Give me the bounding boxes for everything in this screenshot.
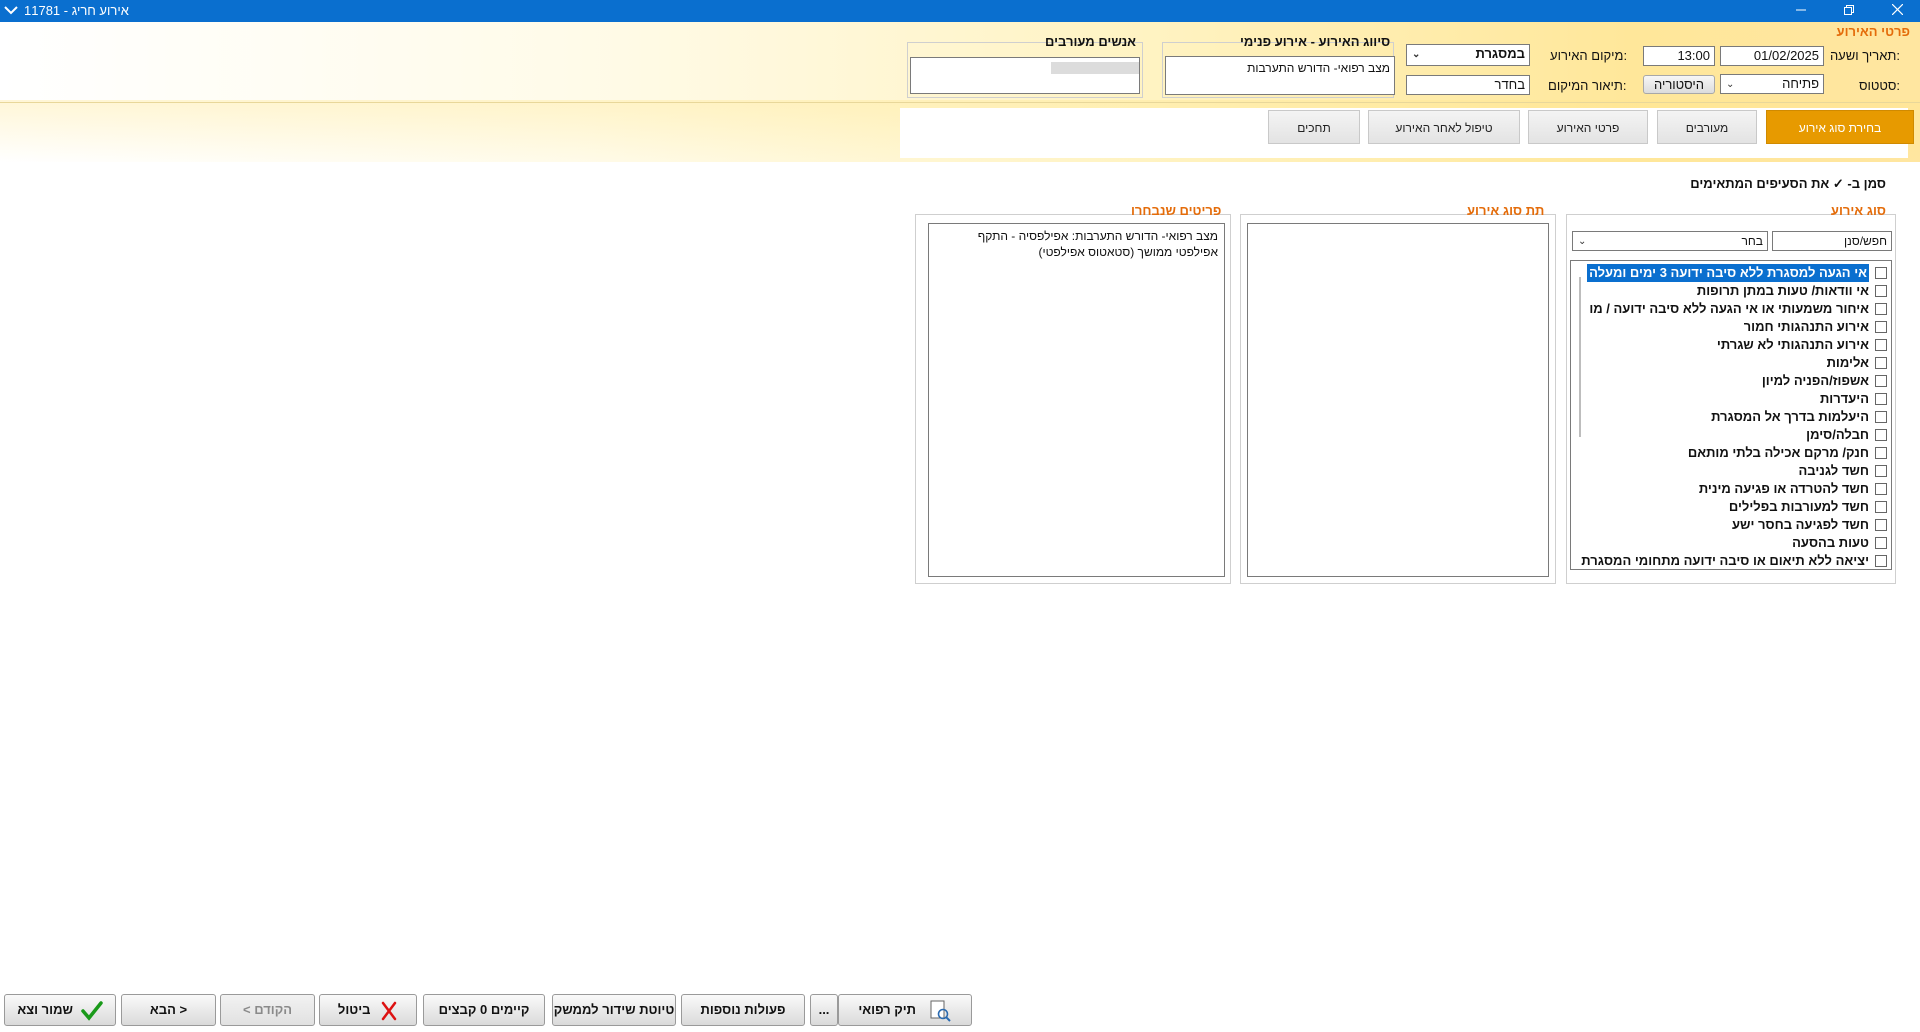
- event-type-item[interactable]: אלימות: [1827, 354, 1869, 372]
- window-title: אירוע חריג - 11781: [24, 3, 129, 18]
- location-label: מיקום האירוע:: [1550, 48, 1628, 63]
- event-type-checkbox[interactable]: [1875, 303, 1887, 315]
- prev-button[interactable]: < הקודם: [220, 994, 315, 1026]
- event-type-item[interactable]: אירוע התנהגותי חמור: [1744, 318, 1869, 336]
- event-type-item[interactable]: היעלמות בדרך אל המסגרת: [1711, 408, 1869, 426]
- event-type-checkbox[interactable]: [1875, 537, 1887, 549]
- event-type-checkbox[interactable]: [1875, 483, 1887, 495]
- medical-file-label: תיק רפואי: [858, 1002, 917, 1017]
- event-type-item[interactable]: יציאה ללא תיאום או סיבה ידועה מתחומי המס…: [1581, 552, 1869, 569]
- chevron-down-icon: ⌄: [1726, 79, 1735, 90]
- status-label: סטטוס:: [1858, 78, 1900, 93]
- location-value: במסגרת: [1475, 46, 1526, 61]
- location-desc-field[interactable]: בחדר: [1406, 75, 1530, 95]
- event-type-items: אי הגעה למסגרת ללא סיבה ידועה 3 ימים ומע…: [1571, 261, 1891, 569]
- selected-text[interactable]: מצב רפואי- הדורש התערבות: אפילפסיה - התק…: [928, 223, 1225, 577]
- tab-involved[interactable]: מעורבים: [1657, 110, 1757, 144]
- event-type-item[interactable]: חבלה/סימן: [1806, 426, 1869, 444]
- event-type-item[interactable]: טעות בהסעה: [1792, 534, 1869, 552]
- event-type-checkbox[interactable]: [1875, 267, 1887, 279]
- close-button[interactable]: [1874, 0, 1920, 22]
- event-type-title: סוג אירוע: [1830, 203, 1886, 218]
- close-icon: [1891, 3, 1903, 16]
- classification-title: סיווג האירוע - אירוע פנימי: [1240, 34, 1391, 49]
- restore-icon: [1844, 5, 1854, 15]
- tab-after-care[interactable]: טיפול לאחר האירוע: [1368, 110, 1520, 144]
- event-type-item[interactable]: איחור משמעותי או אי הגעה ללא סיבה ידועה …: [1589, 300, 1869, 318]
- event-type-checkbox[interactable]: [1875, 375, 1887, 387]
- event-type-item[interactable]: אירוע התנהגותי לא שגרתי: [1717, 336, 1869, 354]
- checkmark-icon: [80, 1000, 103, 1021]
- event-type-filter-select[interactable]: ⌄ בחר: [1572, 231, 1768, 251]
- event-type-item[interactable]: אי הגעה למסגרת ללא סיבה ידועה 3 ימים ומע…: [1587, 264, 1869, 282]
- people-list-item[interactable]: [1051, 62, 1139, 74]
- event-type-checkbox[interactable]: [1875, 501, 1887, 513]
- location-select[interactable]: ⌄ במסגרת: [1406, 44, 1530, 66]
- event-type-checkbox[interactable]: [1875, 465, 1887, 477]
- classification-field[interactable]: מצב רפואי- הדורש התערבות: [1165, 56, 1395, 95]
- event-type-checkbox[interactable]: [1875, 519, 1887, 531]
- ellipsis-button[interactable]: ...: [810, 994, 838, 1026]
- event-type-item[interactable]: חשד לגניבה: [1798, 462, 1869, 480]
- sub-type-title: תת סוג אירוע: [1467, 203, 1545, 218]
- date-label: תאריך ושעה:: [1829, 48, 1900, 63]
- files-button[interactable]: קיימים 0 קבצים: [423, 994, 545, 1026]
- cancel-button[interactable]: ביטול: [319, 994, 417, 1026]
- app-icon: [4, 6, 18, 15]
- event-type-checkbox[interactable]: [1875, 429, 1887, 441]
- event-type-checkbox[interactable]: [1875, 357, 1887, 369]
- cancel-label: ביטול: [337, 1002, 371, 1017]
- event-type-item[interactable]: אי וודאות/ טעות במתן תרופות: [1697, 282, 1869, 300]
- people-title: אנשים מעורבים: [1045, 34, 1137, 49]
- section-title: פרטי האירוע: [1836, 24, 1910, 39]
- header-divider: [0, 102, 1920, 103]
- event-type-checkbox[interactable]: [1875, 555, 1887, 567]
- minimize-icon: [1796, 9, 1806, 11]
- event-type-item[interactable]: היעדרות: [1820, 390, 1869, 408]
- restore-button[interactable]: [1826, 0, 1872, 22]
- event-type-filter-value: בחר: [1741, 234, 1764, 248]
- event-type-checkbox[interactable]: [1875, 285, 1887, 297]
- draft-button[interactable]: טיוטת שידור לממשק: [552, 994, 676, 1026]
- event-type-checkbox[interactable]: [1875, 447, 1887, 459]
- medical-file-button[interactable]: תיק רפואי: [838, 994, 972, 1026]
- event-type-checkbox[interactable]: [1875, 393, 1887, 405]
- tab-event-type[interactable]: בחירת סוג אירוע: [1766, 110, 1914, 144]
- event-type-item[interactable]: אשפוז/הפניה למיון: [1762, 372, 1869, 390]
- event-type-item[interactable]: חשד למעורבות בפלילים: [1729, 498, 1869, 516]
- title-bar: אירוע חריג - 11781: [0, 0, 1920, 22]
- event-type-checkbox[interactable]: [1875, 339, 1887, 351]
- tab-other[interactable]: תחכים: [1268, 110, 1360, 144]
- date-field[interactable]: 01/02/2025: [1720, 46, 1824, 66]
- tab-event-details[interactable]: פרטי האירוע: [1528, 110, 1648, 144]
- event-type-checkbox[interactable]: [1875, 321, 1887, 333]
- status-select[interactable]: ⌄ פתיחה: [1720, 74, 1824, 94]
- event-type-list[interactable]: אי הגעה למסגרת ללא סיבה ידועה 3 ימים ומע…: [1570, 260, 1892, 570]
- medical-file-icon: [930, 1000, 951, 1022]
- people-list[interactable]: [910, 57, 1140, 94]
- event-type-item[interactable]: חנק/ מרקם אכילה בלתי מותאם: [1688, 444, 1869, 462]
- instruction-text: סמן ב- ✓ את הסעיפים המתאימים: [1690, 176, 1886, 191]
- event-type-item[interactable]: חשד להטרדה או פגיעה מינית: [1699, 480, 1869, 498]
- more-actions-button[interactable]: פעולות נוספות: [681, 994, 805, 1026]
- event-type-search[interactable]: חפש/סנן: [1772, 231, 1892, 251]
- minimize-button[interactable]: [1778, 0, 1824, 22]
- time-field[interactable]: 13:00: [1643, 46, 1715, 66]
- red-x-icon: [381, 1001, 397, 1020]
- chevron-down-icon: ⌄: [1578, 236, 1587, 247]
- location-desc-label: תיאור המיקום:: [1548, 78, 1627, 93]
- event-type-checkbox[interactable]: [1875, 411, 1887, 423]
- selected-title: פריטים שנבחרו: [1131, 203, 1222, 218]
- history-button[interactable]: היסטוריה: [1643, 75, 1715, 94]
- save-exit-button[interactable]: שמור וצא: [4, 994, 116, 1026]
- save-exit-label: שמור וצא: [17, 1002, 73, 1017]
- next-button[interactable]: הבא >: [121, 994, 216, 1026]
- event-type-item[interactable]: חשד לפגיעה בחסר ישע: [1732, 516, 1869, 534]
- chevron-down-icon: ⌄: [1412, 49, 1421, 60]
- sub-type-list[interactable]: [1247, 223, 1549, 577]
- status-value: פתיחה: [1782, 76, 1819, 91]
